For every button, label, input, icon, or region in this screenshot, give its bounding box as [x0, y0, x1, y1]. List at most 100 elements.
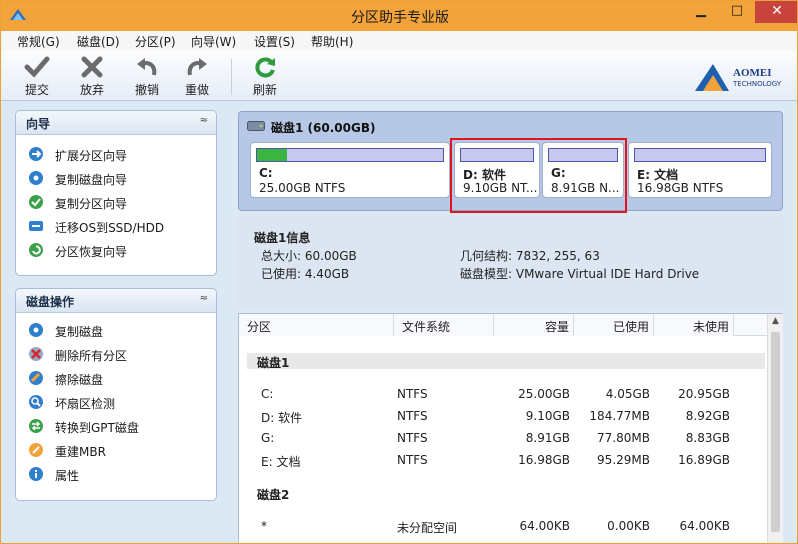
- group-name: 磁盘2: [257, 488, 290, 502]
- wipe-icon: [29, 371, 43, 385]
- migrate-os-icon: [29, 221, 43, 231]
- cell-used: 184.77MB: [589, 409, 650, 423]
- partition-recovery-icon: [29, 243, 43, 257]
- column-header-filesystem[interactable]: 文件系统: [394, 314, 494, 336]
- disk-op-label: 坏扇区检测: [55, 397, 116, 411]
- minimize-button[interactable]: ▁: [687, 1, 715, 23]
- wizard-panel: 向导 ≈ 扩展分区向导 复制磁盘向导 复制分区向导 迁移OS到SSD/HDD 分…: [15, 110, 217, 276]
- disk-info-title: 磁盘1信息: [254, 231, 311, 245]
- cell-filesystem: NTFS: [397, 431, 428, 445]
- cell-capacity: 9.10GB: [525, 409, 570, 423]
- disk-ops-panel-title: 磁盘操作: [26, 295, 75, 309]
- commit-button[interactable]: 提交: [15, 55, 59, 98]
- cell-used: 0.00KB: [607, 519, 650, 533]
- refresh-icon: [255, 57, 275, 78]
- redo-arrow-icon: [187, 58, 207, 76]
- cell-used: 95.29MB: [597, 453, 650, 467]
- hard-disk-icon: [247, 121, 265, 131]
- column-header-unused[interactable]: 未使用: [654, 314, 734, 336]
- column-header-used[interactable]: 已使用: [574, 314, 654, 336]
- cell-partition: C:: [261, 387, 274, 401]
- cell-used: 77.80MB: [597, 431, 650, 445]
- refresh-button[interactable]: 刷新: [243, 55, 287, 98]
- maximize-button[interactable]: □: [723, 1, 751, 23]
- menu-bar: 常规(G) 磁盘(D) 分区(P) 向导(W) 设置(S) 帮助(H): [1, 31, 797, 51]
- disk-info: 磁盘1信息 总大小: 60.00GB 已使用: 4.40GB 几何结构: 783…: [238, 215, 783, 307]
- refresh-label: 刷新: [252, 83, 277, 97]
- window-title: 分区助手专业版: [351, 10, 449, 26]
- redo-button[interactable]: 重做: [175, 55, 219, 98]
- wizard-panel-title: 向导: [26, 117, 51, 131]
- discard-button[interactable]: 放弃: [70, 55, 114, 98]
- cell-unused: 64.00KB: [679, 519, 730, 533]
- partition-info: 25.00GB NTFS: [259, 181, 346, 195]
- cell-unused: 16.89GB: [678, 453, 730, 467]
- collapse-icon[interactable]: ≈: [200, 115, 208, 126]
- commit-label: 提交: [24, 83, 49, 97]
- scrollbar-thumb[interactable]: [771, 332, 780, 532]
- collapse-icon[interactable]: ≈: [200, 293, 208, 304]
- scroll-up-arrow[interactable]: ▲: [768, 316, 783, 330]
- cell-capacity: 25.00GB: [518, 387, 570, 401]
- aomei-logo-icon: [695, 64, 729, 91]
- disk-ops-panel-header[interactable]: 磁盘操作 ≈: [16, 289, 216, 313]
- menu-wizard[interactable]: 向导(W): [191, 33, 236, 50]
- wizard-item-label: 分区恢复向导: [55, 245, 128, 259]
- toolbar: 提交 放弃 撤销 重做 刷新 AOMEI TECHNOLOGY: [1, 51, 797, 101]
- partition-table: 分区 文件系统 容量 已使用 未使用 磁盘1 C: NTFS 25.00GB 4…: [238, 313, 783, 543]
- menu-disk[interactable]: 磁盘(D): [77, 33, 120, 50]
- menu-partition[interactable]: 分区(P): [135, 33, 176, 50]
- menu-general[interactable]: 常规(G): [17, 33, 60, 50]
- copy-disk-icon: [29, 323, 43, 337]
- usage-bar: [256, 148, 444, 162]
- copy-disk-icon: [29, 171, 43, 185]
- logo-text: AOMEI: [733, 67, 772, 79]
- cell-used: 4.05GB: [605, 387, 650, 401]
- partition-name: C:: [259, 166, 273, 180]
- redo-label: 重做: [184, 83, 209, 97]
- aomei-logo: AOMEI TECHNOLOGY: [693, 61, 793, 93]
- partition-block-c[interactable]: C: 25.00GB NTFS: [250, 142, 450, 198]
- cell-unused: 8.92GB: [685, 409, 730, 423]
- disk-geometry: 几何结构: 7832, 255, 63: [460, 249, 600, 263]
- disk-total-size: 总大小: 60.00GB: [261, 249, 357, 263]
- wizard-item-label: 复制磁盘向导: [55, 173, 128, 187]
- x-icon: [81, 56, 103, 78]
- disk-op-label: 擦除磁盘: [55, 373, 104, 387]
- disk-op-label: 属性: [55, 469, 80, 483]
- rebuild-mbr-icon: [29, 443, 43, 457]
- app-window: 分区助手专业版 ▁ □ ✕ 常规(G) 磁盘(D) 分区(P) 向导(W) 设置…: [0, 0, 798, 544]
- disk-model: 磁盘模型: VMware Virtual IDE Hard Drive: [460, 267, 700, 281]
- cell-capacity: 16.98GB: [518, 453, 570, 467]
- cell-partition: G:: [261, 431, 275, 445]
- extend-partition-icon: [29, 147, 43, 161]
- wizard-panel-header[interactable]: 向导 ≈: [16, 111, 216, 135]
- group-row[interactable]: 磁盘1: [247, 353, 765, 370]
- disk-op-label: 转换到GPT磁盘: [55, 421, 139, 435]
- cell-unused: 8.83GB: [685, 431, 730, 445]
- close-button[interactable]: ✕: [755, 1, 797, 23]
- column-header-capacity[interactable]: 容量: [494, 314, 574, 336]
- partition-info: 16.98GB NTFS: [637, 181, 724, 195]
- selection-highlight: [450, 138, 627, 213]
- menu-help[interactable]: 帮助(H): [311, 33, 353, 50]
- logo-subtext: TECHNOLOGY: [733, 80, 782, 88]
- menu-settings[interactable]: 设置(S): [254, 33, 295, 50]
- vertical-scrollbar[interactable]: ▲: [767, 314, 783, 543]
- cell-capacity: 8.91GB: [525, 431, 570, 445]
- cell-partition: E: 文档: [261, 455, 301, 469]
- discard-label: 放弃: [79, 83, 104, 97]
- copy-partition-icon: [29, 195, 43, 209]
- disk-op-label: 重建MBR: [55, 445, 106, 459]
- cell-filesystem: NTFS: [397, 409, 428, 423]
- cell-partition: D: 软件: [261, 411, 303, 425]
- bad-sector-check-icon: [29, 395, 43, 409]
- properties-icon: [29, 467, 43, 481]
- disk-op-label: 复制磁盘: [55, 325, 104, 339]
- title-bar[interactable]: 分区助手专业版 ▁ □ ✕: [1, 1, 797, 31]
- partition-block-e[interactable]: E: 文档 16.98GB NTFS: [628, 142, 772, 198]
- column-header-partition[interactable]: 分区: [239, 314, 394, 336]
- cell-filesystem: NTFS: [397, 453, 428, 467]
- undo-button[interactable]: 撤销: [125, 55, 169, 98]
- cell-filesystem: 未分配空间: [397, 521, 458, 535]
